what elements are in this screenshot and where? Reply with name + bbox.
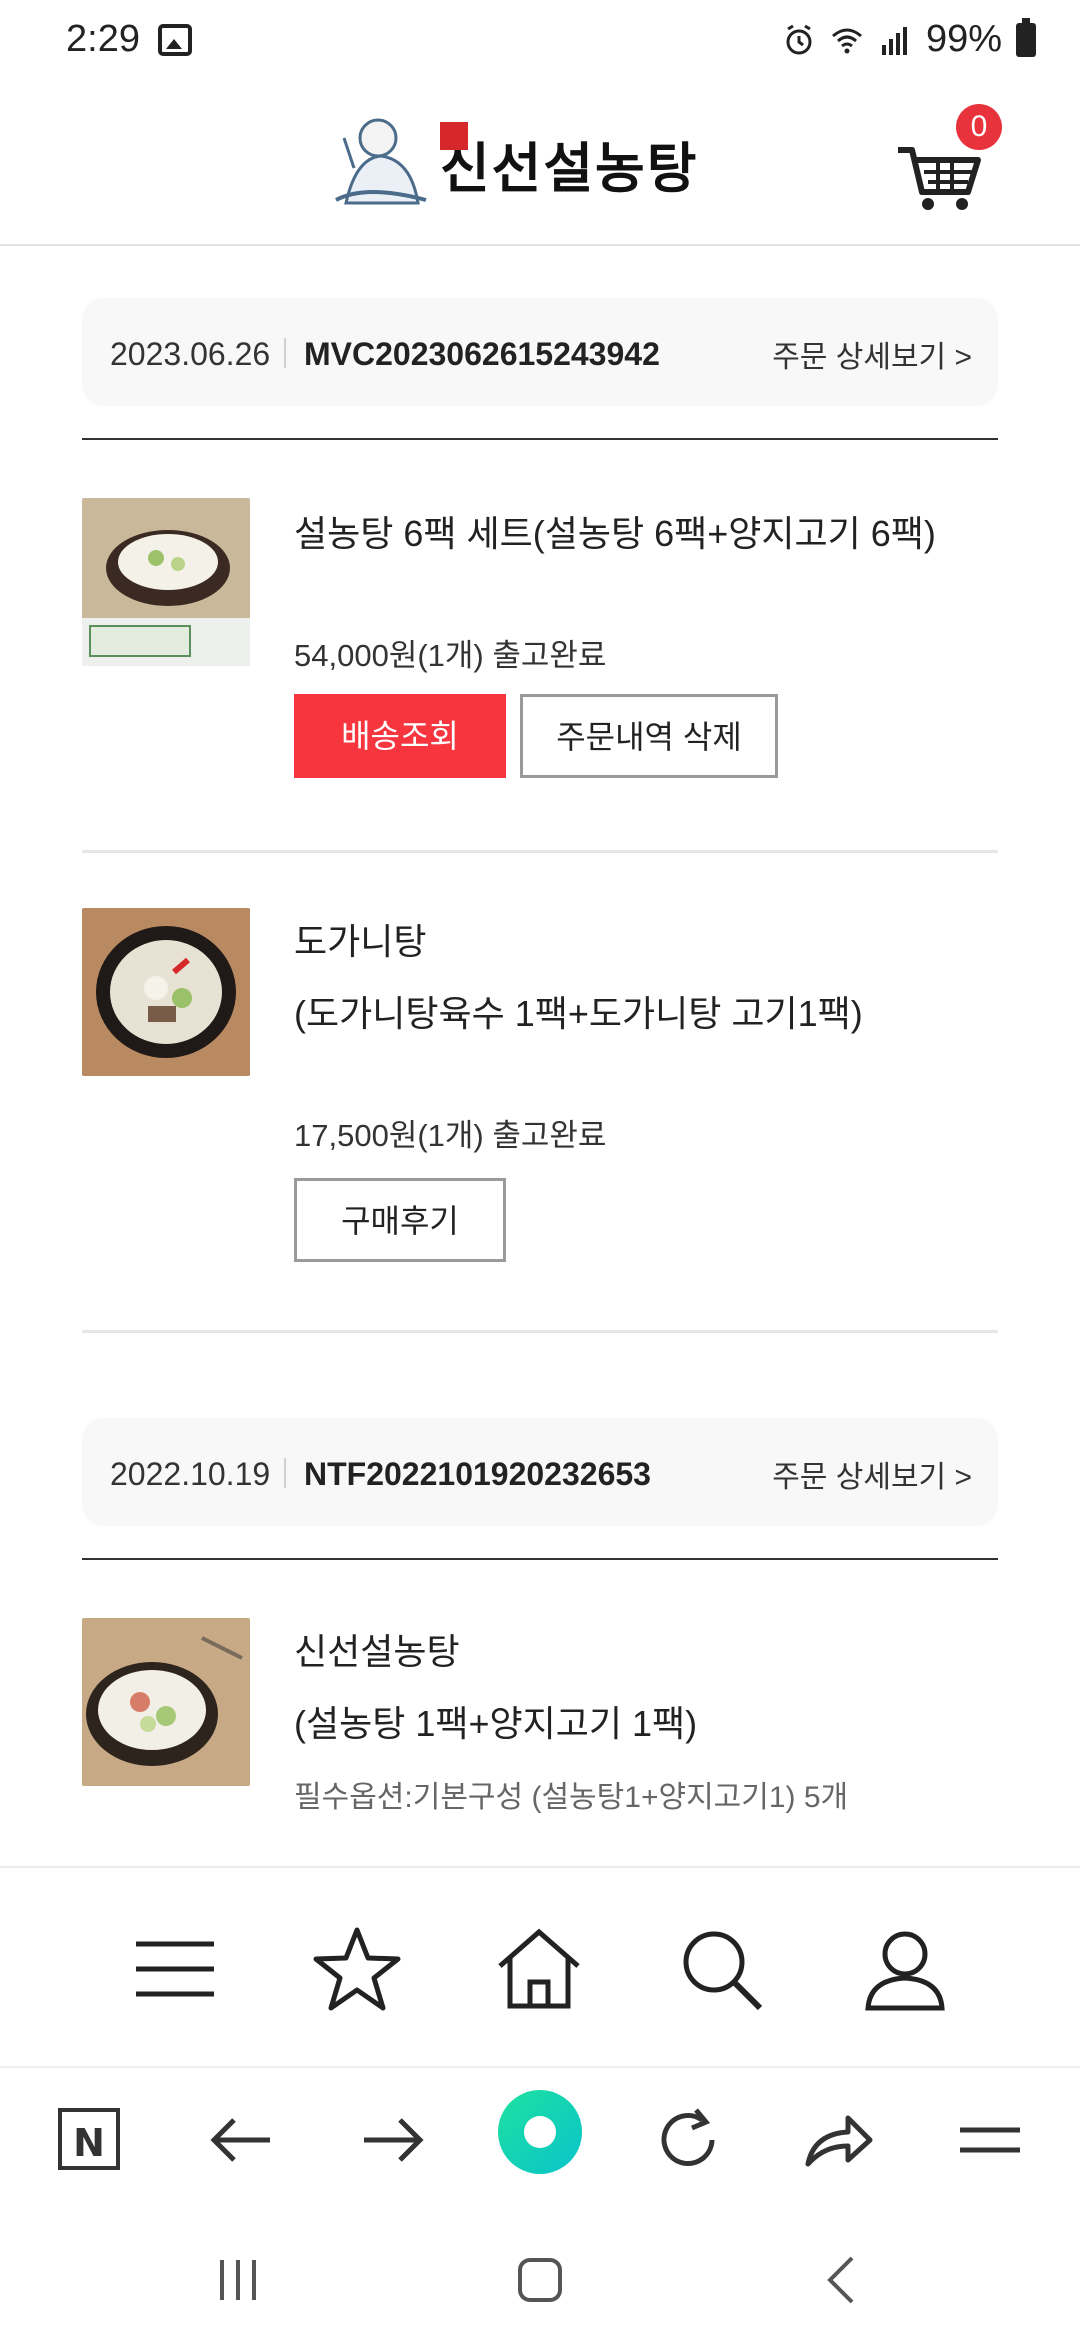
order-date: 2023.06.26 xyxy=(110,336,271,372)
track-delivery-button[interactable]: 배송조회 xyxy=(294,694,506,778)
logo-text: 신선설농탕 xyxy=(440,136,699,200)
product-title[interactable]: 설농탕 6팩 세트(설농탕 6팩+양지고기 6팩) xyxy=(294,506,936,562)
refresh-icon[interactable] xyxy=(650,2102,726,2178)
menu-icon[interactable] xyxy=(130,1924,220,2014)
status-time: 2:29 xyxy=(66,18,140,60)
green-dot-icon[interactable] xyxy=(498,2090,582,2174)
site-logo[interactable]: 신선설농탕 xyxy=(326,108,746,218)
forward-arrow-icon[interactable] xyxy=(354,2102,430,2178)
item-divider xyxy=(82,850,998,853)
site-header: 신선설농탕 0 xyxy=(0,84,1080,246)
gallery-icon xyxy=(158,24,192,56)
order-divider xyxy=(82,438,998,440)
product-price-status: 54,000원(1개) 출고완료 xyxy=(294,638,607,673)
order-separator xyxy=(284,338,286,368)
order-detail-link[interactable]: 주문 상세보기 > xyxy=(772,1452,972,1496)
home-icon[interactable] xyxy=(494,1924,584,2014)
share-icon[interactable] xyxy=(800,2102,876,2178)
browser-menu-icon[interactable] xyxy=(952,2102,1028,2178)
star-icon[interactable] xyxy=(312,1924,402,2014)
product-subtitle[interactable]: (설농탕 1팩+양지고기 1팩) xyxy=(294,1696,697,1752)
system-navigation xyxy=(0,2214,1080,2340)
product-option: 필수옵션:기본구성 (설농탕1+양지고기1) 5개 xyxy=(294,1781,849,1814)
home-button-icon[interactable] xyxy=(510,2250,570,2310)
search-icon[interactable] xyxy=(676,1924,766,2014)
product-price-status: 17,500원(1개) 출고완료 xyxy=(294,1118,607,1153)
back-arrow-icon[interactable] xyxy=(204,2102,280,2178)
order-separator xyxy=(284,1458,286,1488)
cart-count-badge: 0 xyxy=(956,104,1002,150)
write-review-button[interactable]: 구매후기 xyxy=(294,1178,506,1262)
order-header: 2023.06.26 MVC2023062615243942 주문 상세보기 > xyxy=(82,298,998,406)
alarm-icon xyxy=(786,24,812,54)
product-subtitle[interactable]: (도가니탕육수 1팩+도가니탕 고기1팩) xyxy=(294,986,863,1042)
battery-percent: 99% xyxy=(925,18,1002,60)
item-divider xyxy=(82,1330,998,1333)
signal-icon xyxy=(881,26,907,55)
product-thumbnail[interactable] xyxy=(82,498,250,666)
order-number: NTF2022101920232653 xyxy=(304,1456,651,1492)
bottom-navigation xyxy=(0,1866,1080,2066)
browser-toolbar: N xyxy=(0,2066,1080,2214)
order-detail-link[interactable]: 주문 상세보기 > xyxy=(772,332,972,376)
wifi-icon xyxy=(831,28,862,53)
product-title[interactable]: 신선설농탕 xyxy=(294,1624,460,1680)
order-number: MVC2023062615243942 xyxy=(304,336,660,372)
status-icons: 99% xyxy=(782,17,1036,61)
status-bar: 2:29 99% xyxy=(0,0,1080,84)
product-title[interactable]: 도가니탕 xyxy=(294,914,426,970)
recent-apps-icon[interactable] xyxy=(208,2250,268,2310)
logo-figure-icon xyxy=(335,118,427,205)
product-thumbnail[interactable] xyxy=(82,1618,250,1786)
order-header: 2022.10.19 NTF2022101920232653 주문 상세보기 > xyxy=(82,1418,998,1526)
order-divider xyxy=(82,1558,998,1560)
order-date: 2022.10.19 xyxy=(110,1456,271,1492)
user-icon[interactable] xyxy=(860,1924,950,2014)
back-icon[interactable] xyxy=(812,2250,872,2310)
delete-order-button[interactable]: 주문내역 삭제 xyxy=(520,694,778,778)
logo-stamp xyxy=(440,122,468,150)
product-thumbnail[interactable] xyxy=(82,908,250,1076)
battery-icon xyxy=(1016,17,1036,57)
naver-icon[interactable]: N xyxy=(58,2108,120,2170)
